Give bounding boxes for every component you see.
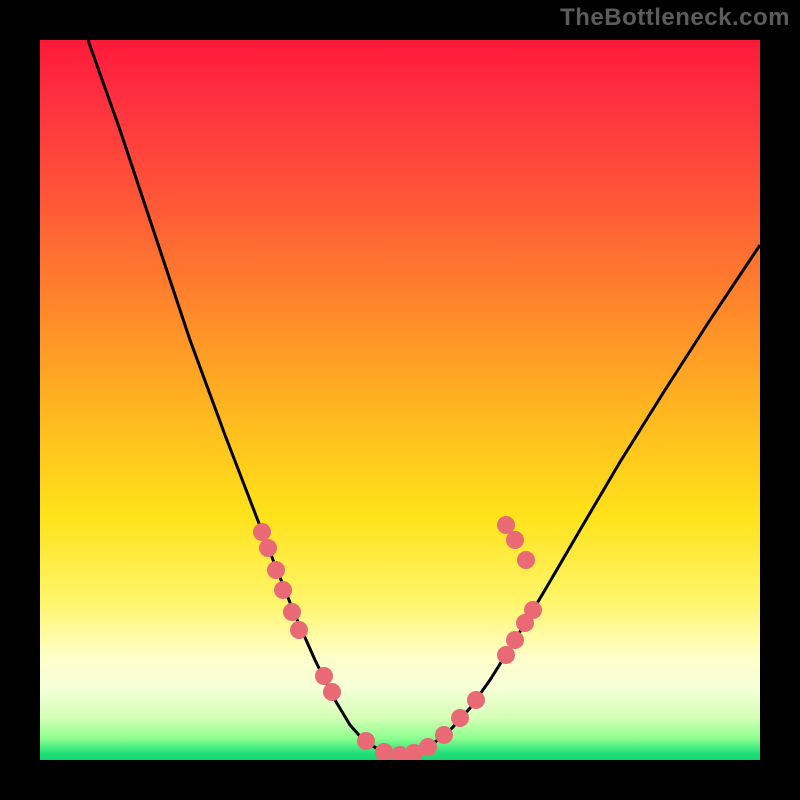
data-dot [435,726,453,744]
curve-dots [253,516,542,760]
curve-svg [40,40,760,760]
data-dot [274,581,292,599]
data-dot [267,561,285,579]
chart-frame: TheBottleneck.com [0,0,800,800]
data-dot [259,539,277,557]
data-dot [524,601,542,619]
data-dot [497,646,515,664]
data-dot [357,732,375,750]
data-dot [323,683,341,701]
data-dot [315,667,333,685]
data-dot [506,531,524,549]
watermark-text: TheBottleneck.com [560,4,790,32]
data-dot [506,631,524,649]
data-dot [290,621,308,639]
data-dot [253,523,271,541]
data-dot [467,691,485,709]
data-dot [497,516,515,534]
data-dot [419,738,437,756]
data-dot [451,709,469,727]
bottleneck-curve [88,40,760,755]
data-dot [283,603,301,621]
plot-area [40,40,760,760]
data-dot [517,551,535,569]
data-dot [375,743,393,760]
